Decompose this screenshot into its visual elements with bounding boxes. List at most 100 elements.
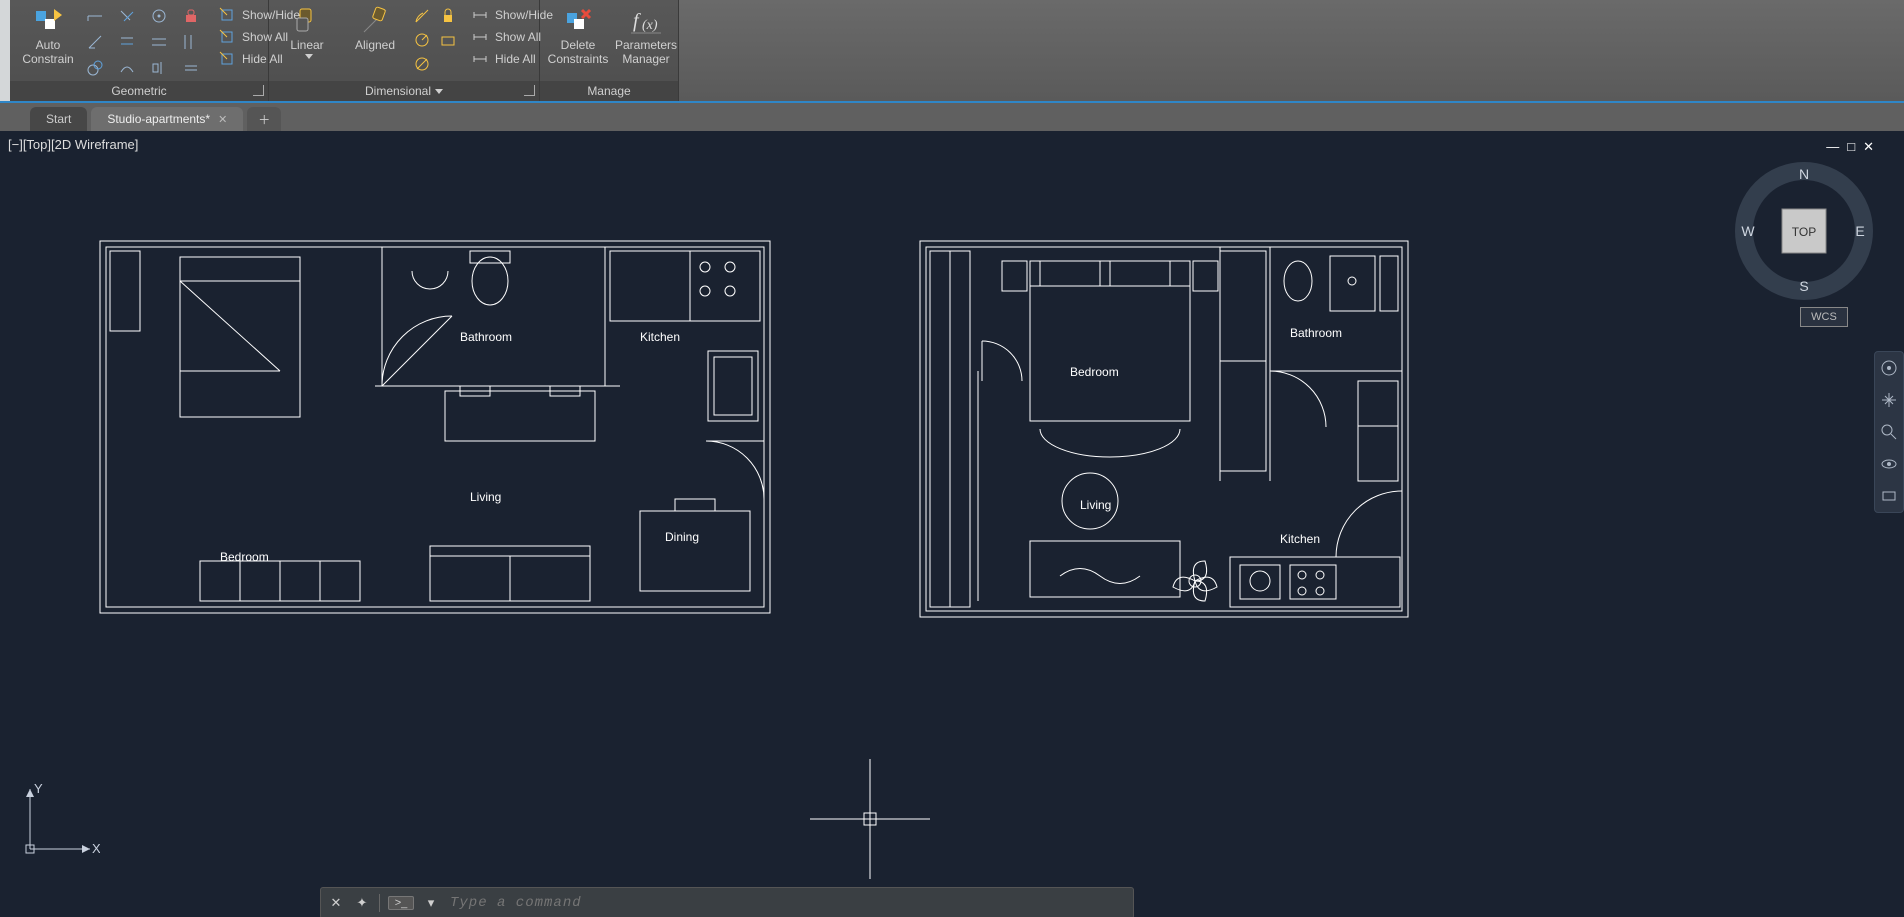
dim-show-all-label: Show All (495, 30, 541, 44)
parameters-manager-button[interactable]: f(x) Parameters Manager (614, 4, 678, 68)
linear-label: Linear (290, 38, 323, 52)
svg-text:f: f (633, 10, 641, 32)
separator (379, 894, 380, 912)
diameter-constraint-icon[interactable] (411, 54, 433, 74)
steering-wheel-icon[interactable] (1879, 358, 1899, 378)
svg-text:Dining: Dining (665, 530, 699, 544)
navigation-bar (1874, 351, 1904, 513)
dim-hide-all-label: Hide All (495, 52, 536, 66)
hide-all-icon (218, 50, 236, 68)
panel-launcher-icon[interactable] (524, 85, 535, 96)
panel-geometric: Auto Constrain Show/Hide Show All (10, 0, 269, 101)
dropdown-arrow-icon (305, 54, 313, 59)
minimize-viewport-icon[interactable]: — (1826, 139, 1839, 155)
collinear-constraint-icon[interactable] (148, 32, 170, 52)
vertical-constraint-icon[interactable] (84, 32, 106, 52)
plus-icon: ＋ (258, 111, 270, 128)
svg-text:Living: Living (1080, 498, 1111, 512)
new-tab-button[interactable]: ＋ (247, 107, 281, 131)
delete-constraints-icon (563, 6, 593, 36)
command-recent-icon[interactable]: ▾ (422, 895, 440, 911)
parameters-manager-icon: f(x) (631, 6, 661, 36)
svg-text:Kitchen: Kitchen (640, 330, 680, 344)
dim-lock-icon[interactable] (437, 6, 459, 26)
dropdown-arrow-icon (435, 89, 443, 94)
drawing-tabs: Start Studio-apartments*✕ ＋ (0, 103, 1904, 131)
ribbon: Auto Constrain Show/Hide Show All (0, 0, 1904, 103)
command-input[interactable] (448, 894, 1127, 912)
zoom-extents-icon[interactable] (1879, 422, 1899, 442)
floor-plan-1: Bedroom Bathroom Kitchen Living Dining (100, 241, 770, 613)
geometric-constraint-icons (84, 4, 206, 80)
symmetric-constraint-icon[interactable] (148, 58, 170, 78)
orbit-icon[interactable] (1879, 454, 1899, 474)
dim-convert-icon[interactable] (437, 30, 459, 50)
command-customize-icon[interactable]: ✦ (353, 895, 371, 911)
show-motion-icon[interactable] (1879, 486, 1899, 506)
aligned-label: Aligned (355, 38, 395, 52)
auto-constrain-label: Auto Constrain (22, 38, 73, 66)
svg-text:Y: Y (34, 781, 43, 796)
equal-constraint-icon[interactable] (180, 58, 202, 78)
show-hide-icon (218, 6, 236, 24)
floor-plan-2: Bedroom Bathroom Kitchen Living (920, 241, 1410, 619)
tangent-constraint-icon[interactable] (148, 6, 170, 26)
maximize-viewport-icon[interactable]: □ (1847, 139, 1855, 155)
svg-text:Bathroom: Bathroom (460, 330, 512, 344)
panel-geometric-title[interactable]: Geometric (10, 81, 268, 101)
svg-text:Bedroom: Bedroom (220, 550, 269, 564)
close-viewport-icon[interactable]: ✕ (1863, 139, 1874, 155)
hide-all-icon (471, 50, 489, 68)
wcs-indicator[interactable]: WCS (1800, 307, 1848, 327)
parallel-constraint-icon[interactable] (116, 32, 138, 52)
svg-text:(x): (x) (642, 18, 658, 33)
ribbon-spacer (679, 0, 1904, 101)
crosshair-cursor (810, 759, 930, 879)
angular-constraint-icon[interactable] (411, 6, 433, 26)
viewport-controls: — □ ✕ (1826, 139, 1874, 155)
delete-constraints-button[interactable]: Delete Constraints (546, 4, 610, 68)
panel-manage: Delete Constraints f(x) Parameters Manag… (540, 0, 679, 101)
svg-text:E: E (1855, 223, 1864, 239)
viewport-label[interactable]: [−][Top][2D Wireframe] (8, 137, 138, 152)
perpendicular-constraint-icon[interactable] (116, 6, 138, 26)
close-tab-icon[interactable]: ✕ (218, 113, 227, 126)
delete-constraints-label: Delete Constraints (548, 38, 609, 66)
show-all-icon (471, 28, 489, 46)
panel-dimensional: Linear Aligned Show/Hide Show All Hide A… (269, 0, 540, 101)
concentric-constraint-icon[interactable] (84, 58, 106, 78)
parameters-manager-label: Parameters Manager (615, 38, 677, 66)
svg-text:Kitchen: Kitchen (1280, 532, 1320, 546)
horizontal-constraint-icon[interactable] (84, 6, 106, 26)
ucs-icon: X Y (20, 779, 100, 859)
pan-icon[interactable] (1879, 390, 1899, 410)
aligned-icon (360, 6, 390, 36)
linear-icon (292, 6, 322, 36)
command-close-icon[interactable]: ✕ (327, 895, 345, 911)
panel-manage-title: Manage (540, 81, 678, 101)
show-all-icon (218, 28, 236, 46)
dim-small-icons-2 (437, 4, 459, 50)
drawing-canvas[interactable]: [−][Top][2D Wireframe] — □ ✕ (0, 131, 1904, 917)
svg-text:X: X (92, 841, 100, 856)
tab-start[interactable]: Start (30, 107, 87, 131)
left-gutter (0, 0, 10, 101)
smooth-constraint-icon[interactable] (116, 58, 138, 78)
aligned-button[interactable]: Aligned (343, 4, 407, 54)
panel-dimensional-title[interactable]: Dimensional (269, 81, 539, 101)
panel-launcher-icon[interactable] (253, 85, 264, 96)
auto-constrain-button[interactable]: Auto Constrain (16, 4, 80, 68)
svg-text:N: N (1799, 166, 1809, 182)
view-cube[interactable]: N E S W TOP (1734, 161, 1874, 301)
auto-constrain-icon (33, 6, 63, 36)
command-prompt-icon: >_ (388, 896, 414, 910)
show-hide-icon (471, 6, 489, 24)
tab-studio-apartments[interactable]: Studio-apartments*✕ (91, 107, 243, 131)
coincident-constraint-icon[interactable] (180, 32, 202, 52)
radial-constraint-icon[interactable] (411, 30, 433, 50)
linear-button[interactable]: Linear (275, 4, 339, 61)
svg-text:Bedroom: Bedroom (1070, 365, 1119, 379)
command-line: ✕ ✦ >_ ▾ (320, 887, 1134, 917)
fix-constraint-icon[interactable] (180, 6, 202, 26)
svg-text:S: S (1799, 278, 1808, 294)
